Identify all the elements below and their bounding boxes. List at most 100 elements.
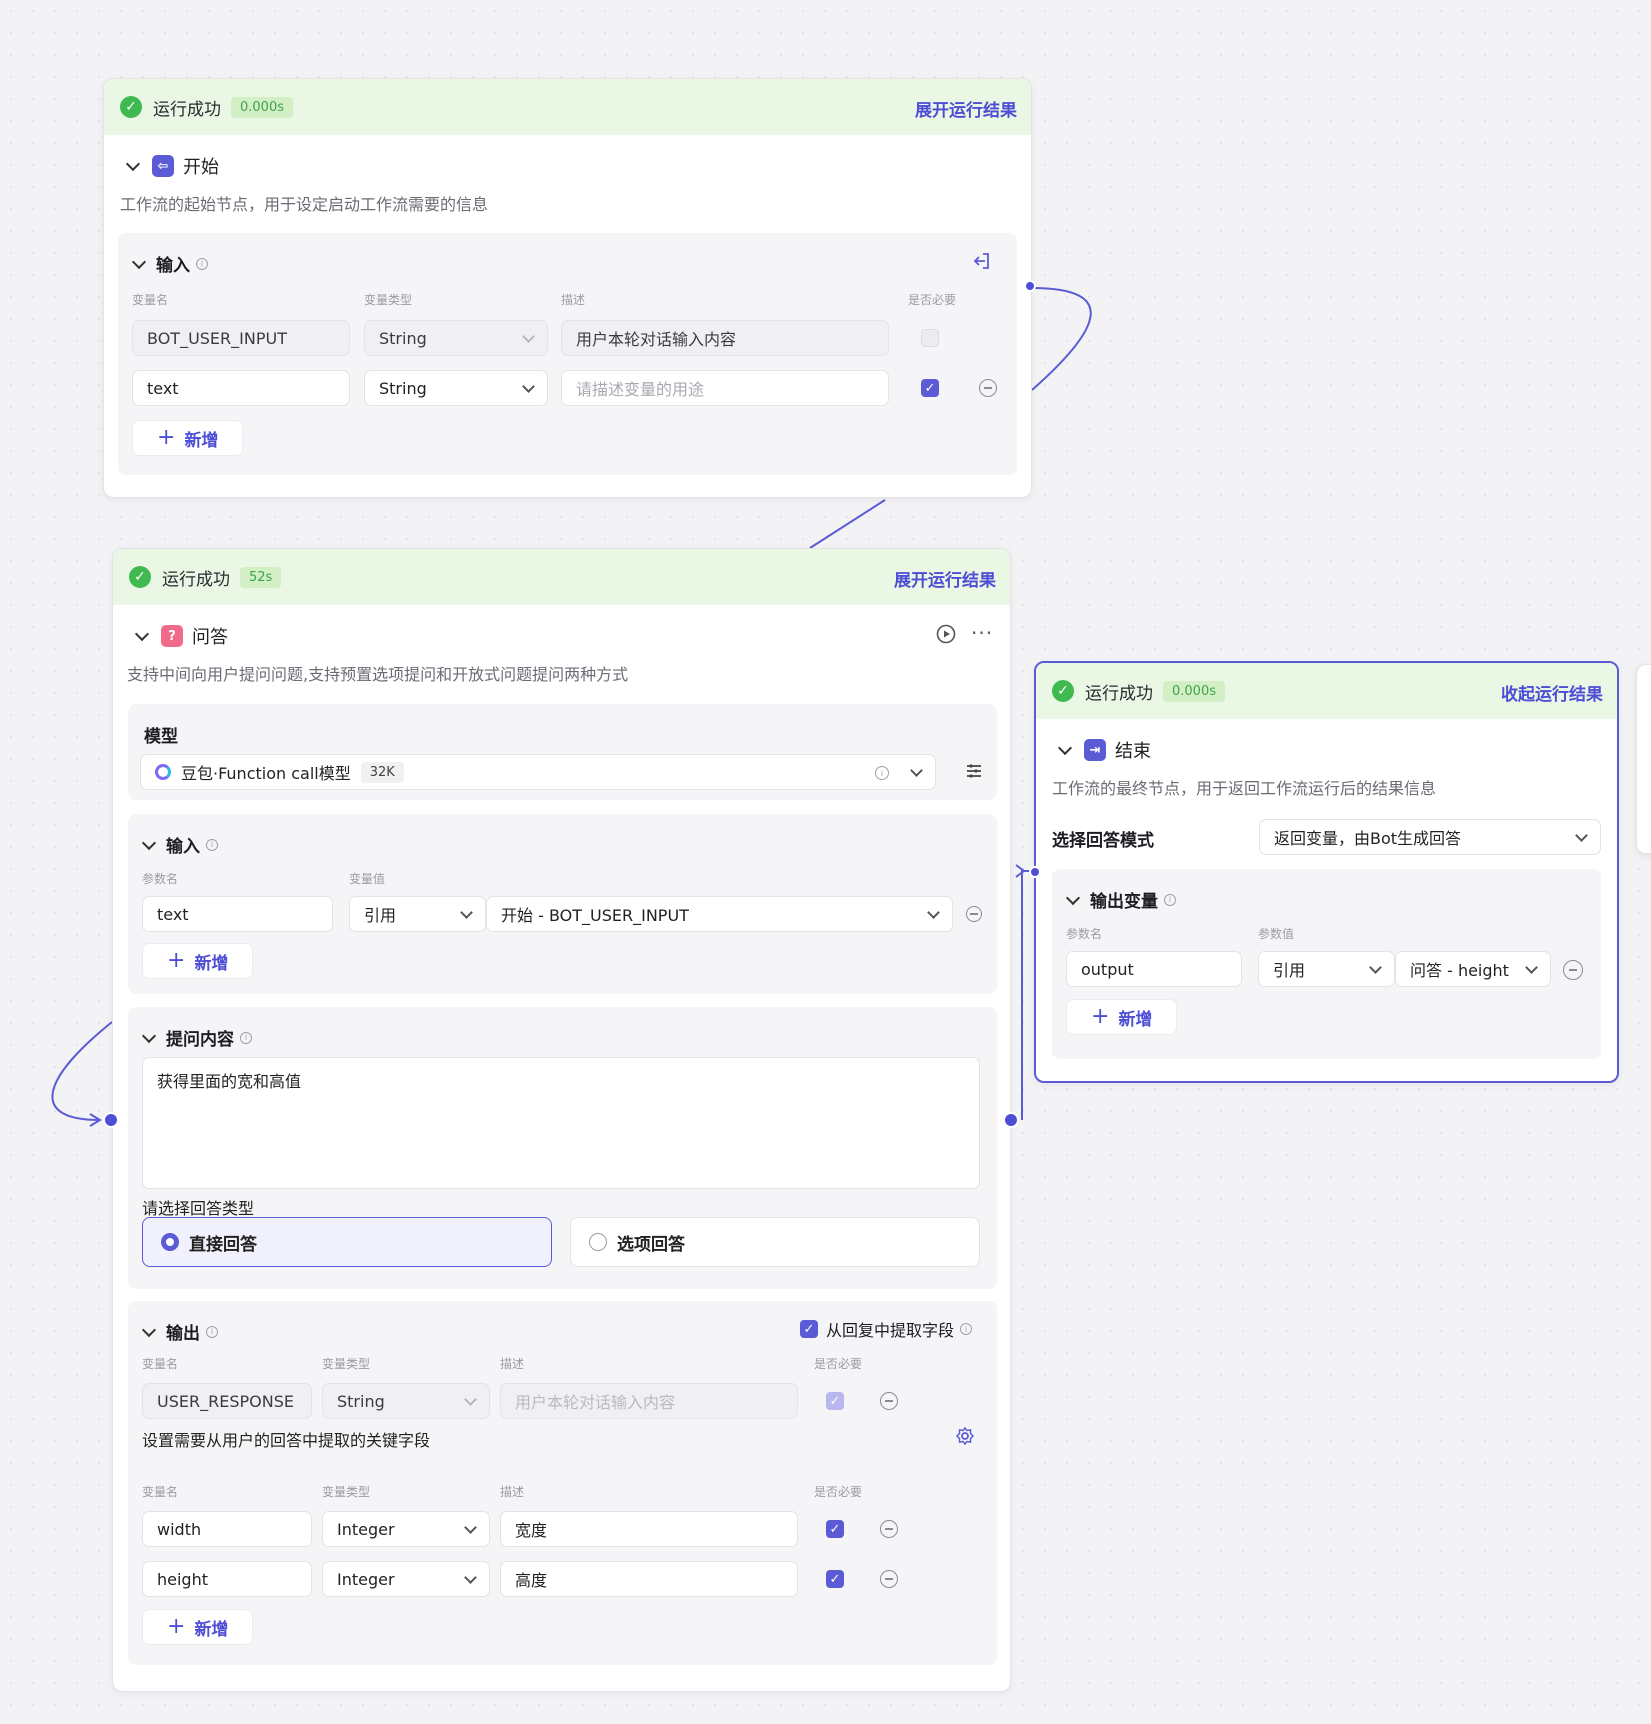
qa-input-port[interactable]: [103, 1112, 119, 1128]
info-icon[interactable]: i: [206, 838, 218, 851]
node-header[interactable]: ⇥ 结束: [1058, 737, 1151, 763]
remove-row-icon[interactable]: [979, 379, 997, 397]
end-node[interactable]: ✓ 运行成功 0.000s 收起运行结果 ⇥ 结束 工作流的最终节点，用于返回工…: [1034, 661, 1619, 1083]
qa-output-port[interactable]: [1003, 1112, 1019, 1128]
add-button[interactable]: + 新增: [1066, 999, 1178, 1035]
section-header[interactable]: 输入 i: [132, 251, 208, 276]
param-name-field[interactable]: text: [142, 896, 333, 932]
field-name-input[interactable]: width: [142, 1511, 312, 1547]
description-field[interactable]: 请描述变量的用途: [561, 370, 889, 406]
more-options-icon[interactable]: ···: [971, 621, 993, 645]
chevron-down-icon[interactable]: [1066, 893, 1080, 907]
info-icon[interactable]: i: [960, 1323, 973, 1335]
direct-answer-option[interactable]: 直接回答: [142, 1217, 552, 1267]
required-checkbox[interactable]: ✓: [826, 1520, 844, 1538]
section-title: 输入: [156, 256, 190, 276]
node-description: 工作流的起始节点，用于设定启动工作流需要的信息: [120, 195, 489, 214]
reference-value-select[interactable]: 开始 - BOT_USER_INPUT: [486, 896, 953, 932]
model-logo-icon: [155, 764, 171, 780]
required-checkbox: [921, 329, 939, 347]
section-header[interactable]: 提问内容 i: [142, 1025, 252, 1050]
connector-qa-to-end: [1021, 870, 1032, 1120]
success-check-icon: ✓: [120, 96, 142, 118]
param-name-field[interactable]: output: [1066, 951, 1242, 987]
chevron-down-icon: [460, 906, 473, 919]
gear-icon[interactable]: [955, 1426, 975, 1450]
chevron-down-icon[interactable]: [142, 838, 156, 852]
description-field: 用户本轮对话输入内容: [561, 320, 889, 356]
info-icon[interactable]: i: [875, 766, 889, 780]
chevron-down-icon: [464, 1393, 477, 1406]
add-button[interactable]: + 新增: [142, 943, 254, 979]
reference-value-select[interactable]: 问答 - height: [1395, 951, 1551, 987]
field-description-input[interactable]: 宽度: [500, 1511, 798, 1547]
model-select[interactable]: 豆包·Function call模型 32K i: [140, 754, 936, 790]
chevron-down-icon[interactable]: [142, 1325, 156, 1339]
chevron-down-icon[interactable]: [1058, 743, 1072, 757]
chevron-down-icon[interactable]: [142, 1031, 156, 1045]
choice-answer-option[interactable]: 选项回答: [570, 1217, 980, 1267]
add-button[interactable]: + 新增: [142, 1609, 254, 1645]
qa-node[interactable]: ✓ 运行成功 52s 展开运行结果 ? 问答 ··· 支持中间向用户提问问题,支…: [112, 548, 1011, 1692]
extract-checkbox[interactable]: ✓: [800, 1320, 818, 1338]
variable-name-field: USER_RESPONSE: [142, 1383, 312, 1419]
chevron-down-icon[interactable]: [135, 629, 149, 643]
variable-type-select[interactable]: String: [364, 370, 548, 406]
column-header: 变量类型: [322, 1485, 371, 1499]
required-checkbox: ✓: [826, 1392, 844, 1410]
section-header[interactable]: 输出 i: [142, 1319, 218, 1344]
chevron-down-icon: [522, 330, 535, 343]
chevron-down-icon[interactable]: [132, 257, 146, 271]
connector-start-to-qa: [809, 499, 886, 549]
column-header: 是否必要: [814, 1485, 863, 1499]
variable-name-field[interactable]: text: [132, 370, 350, 406]
add-label: 新增: [184, 430, 219, 451]
add-button[interactable]: + 新增: [132, 420, 244, 456]
column-header: 变量值: [349, 872, 386, 886]
expand-result-button[interactable]: 展开运行结果: [894, 566, 996, 591]
field-type-select[interactable]: Integer: [322, 1561, 490, 1597]
chevron-down-icon[interactable]: [126, 159, 140, 173]
section-header[interactable]: 输入 i: [142, 832, 218, 857]
remove-row-icon[interactable]: [1563, 960, 1583, 980]
info-icon[interactable]: i: [240, 1031, 252, 1044]
import-icon[interactable]: [972, 251, 992, 275]
required-checkbox[interactable]: ✓: [921, 379, 939, 397]
plus-icon: +: [167, 1614, 186, 1639]
expand-result-button[interactable]: 展开运行结果: [915, 96, 1017, 121]
select-value: Integer: [337, 1569, 395, 1589]
answer-mode-select[interactable]: 返回变量，由Bot生成回答: [1259, 819, 1601, 855]
play-icon[interactable]: [936, 624, 956, 648]
remove-row-icon[interactable]: [966, 906, 982, 922]
field-type-select[interactable]: Integer: [322, 1511, 490, 1547]
start-output-port[interactable]: [1024, 280, 1036, 292]
value-mode-select[interactable]: 引用: [1258, 951, 1395, 987]
end-input-port[interactable]: [1029, 866, 1041, 878]
value-mode-select[interactable]: 引用: [349, 896, 486, 932]
section-title: 模型: [144, 727, 178, 747]
extract-fields-toggle[interactable]: ✓ 从回复中提取字段 i: [800, 1317, 973, 1341]
required-checkbox[interactable]: ✓: [826, 1570, 844, 1588]
field-description-input[interactable]: 高度: [500, 1561, 798, 1597]
status-text: 运行成功: [162, 569, 230, 590]
success-check-icon: ✓: [129, 566, 151, 588]
info-icon[interactable]: i: [206, 1325, 218, 1338]
chevron-down-icon: [522, 380, 535, 393]
remove-row-icon[interactable]: [880, 1392, 898, 1410]
info-icon[interactable]: i: [196, 257, 208, 270]
info-icon[interactable]: i: [1164, 893, 1176, 906]
model-settings-icon[interactable]: [965, 762, 983, 784]
node-header[interactable]: ? 问答: [135, 623, 228, 649]
side-panel-edge[interactable]: [1636, 664, 1651, 854]
node-header[interactable]: ⇦ 开始: [126, 153, 219, 179]
remove-row-icon[interactable]: [880, 1520, 898, 1538]
section-header[interactable]: 输出变量 i: [1066, 887, 1176, 912]
question-textarea[interactable]: 获得里面的宽和高值: [142, 1057, 980, 1189]
select-value: Integer: [337, 1519, 395, 1539]
collapse-result-button[interactable]: 收起运行结果: [1501, 680, 1603, 705]
status-text: 运行成功: [153, 99, 221, 120]
remove-row-icon[interactable]: [880, 1570, 898, 1588]
field-name-input[interactable]: height: [142, 1561, 312, 1597]
start-node[interactable]: ✓ 运行成功 0.000s 展开运行结果 ⇦ 开始 工作流的起始节点，用于设定启…: [103, 78, 1032, 498]
output-variables-section: 输出变量 i 参数名 参数值 output 引用 问答 - height + 新增: [1052, 869, 1601, 1059]
